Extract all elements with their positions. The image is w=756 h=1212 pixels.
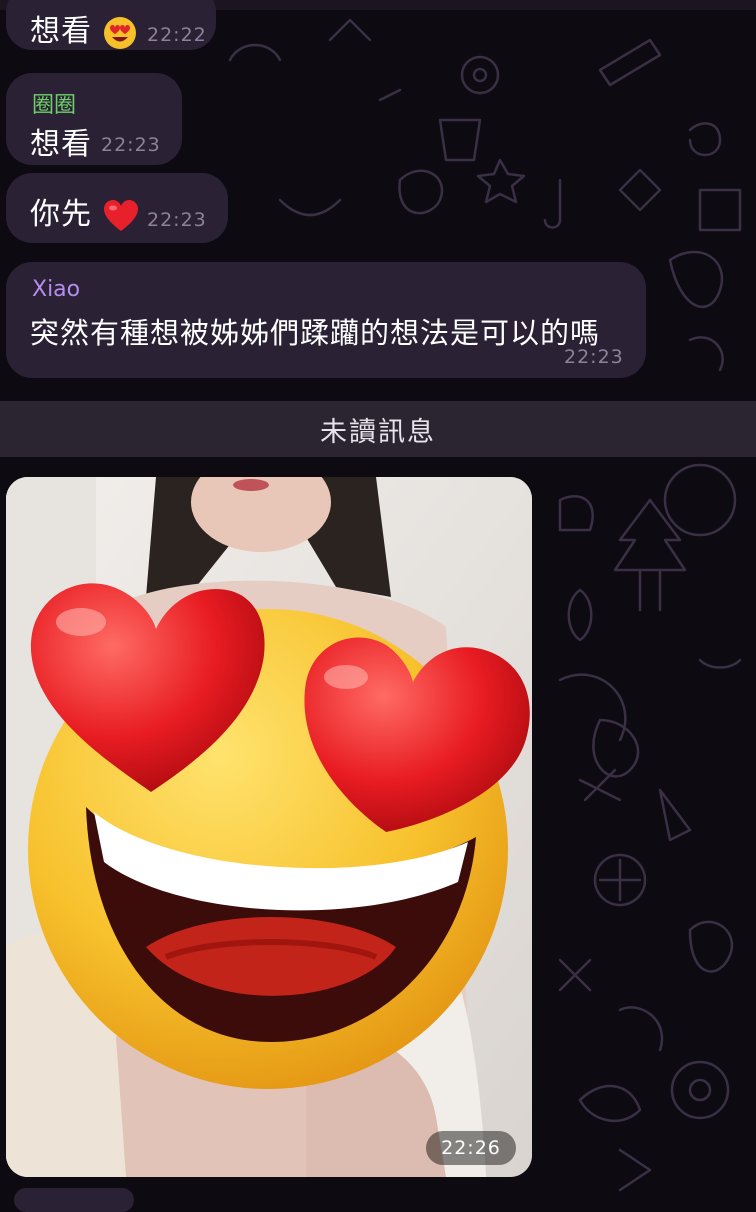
photo-message[interactable] (6, 477, 532, 1177)
message-bubble[interactable]: Xiao 突然有種想被姊姊們蹂躪的想法是可以的嗎 22:23 (6, 262, 646, 378)
heart-eyes-emoji-icon (103, 16, 136, 49)
message-bubble[interactable]: 你先 22:23 (6, 173, 228, 243)
message-text: 想看 (30, 14, 92, 49)
sender-name: 圈圈 (32, 93, 77, 118)
next-message-bubble[interactable] (14, 1188, 134, 1212)
message-text: 你先 (30, 197, 92, 232)
photo-content (6, 477, 532, 1177)
message-time: 22:23 (147, 209, 207, 231)
photo-time-badge: 22:26 (426, 1131, 516, 1165)
sender-name: Xiao (32, 277, 81, 302)
message-text: 突然有種想被姊姊們蹂躪的想法是可以的嗎 (30, 316, 601, 350)
message-bubble[interactable]: 圈圈 想看 22:23 (6, 73, 182, 165)
unread-divider-label: 未讀訊息 (320, 416, 436, 448)
message-bubble[interactable]: 想看 22:22 (6, 0, 216, 50)
red-heart-emoji-icon (103, 199, 138, 231)
message-text: 想看 (30, 127, 92, 162)
message-time: 22:22 (147, 24, 207, 46)
unread-messages-divider: 未讀訊息 (0, 401, 756, 457)
message-time: 22:23 (564, 346, 624, 368)
message-time: 22:23 (101, 134, 161, 156)
